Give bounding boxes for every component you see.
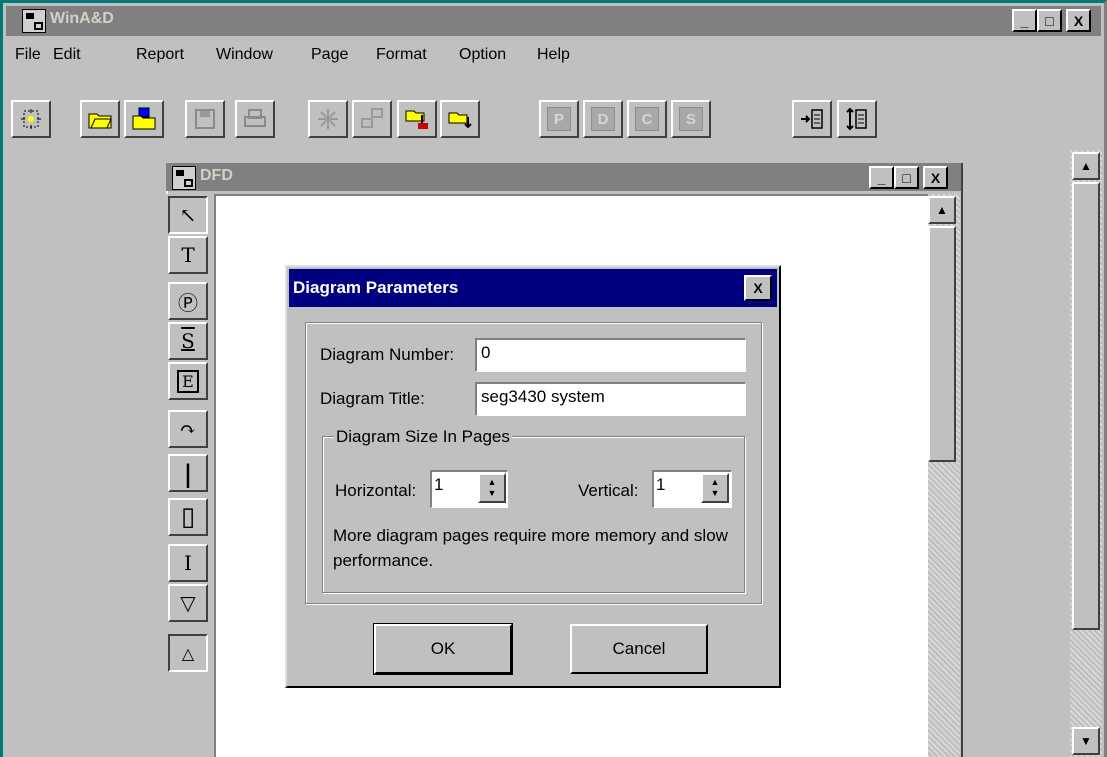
main-scroll-thumb[interactable] — [1072, 182, 1100, 630]
pointer-tool[interactable]: ↖ — [168, 196, 208, 234]
vertical-label: Vertical: — [578, 481, 639, 500]
open-folder-blue-icon — [132, 107, 156, 130]
text-tool-icon: T — [181, 243, 195, 267]
menu-edit[interactable]: Edit — [53, 46, 81, 64]
menu-window[interactable]: Window — [216, 46, 273, 64]
pointer-tool-icon: ↖ — [179, 203, 197, 227]
save-disk-icon — [195, 109, 215, 129]
app-icon[interactable] — [22, 9, 46, 33]
p-icon: P — [547, 107, 571, 131]
dfd-maximize-button[interactable]: □ — [894, 166, 919, 189]
external-entity-tool[interactable]: E — [168, 362, 208, 400]
size-group-label: Diagram Size In Pages — [334, 427, 512, 447]
folder-down-icon — [405, 110, 428, 129]
menu-report[interactable]: Report — [136, 46, 184, 64]
toolbar-p-button[interactable]: P — [539, 100, 579, 138]
page-tool-icon: ▯ — [180, 502, 196, 532]
triangle-up-icon: ▲ — [936, 203, 948, 217]
dfd-close-button[interactable]: X — [923, 166, 948, 189]
menu-file[interactable]: File — [15, 46, 41, 64]
minimize-button[interactable]: _ — [1012, 9, 1037, 32]
main-scroll-up-button[interactable]: ▲ — [1072, 152, 1100, 180]
shapes-tool-icon: △ — [181, 643, 195, 663]
maximize-button[interactable]: □ — [1037, 9, 1062, 32]
toolbar-button-9[interactable] — [440, 100, 480, 138]
ok-button[interactable]: OK — [373, 623, 513, 675]
triangle-tool[interactable]: ▽ — [168, 584, 208, 622]
diagram-title-label: Diagram Title: — [320, 389, 425, 408]
new-icon — [21, 109, 41, 129]
d-icon: D — [591, 107, 615, 131]
store-tool-icon: S — [181, 329, 195, 353]
app-title: WinA&D — [50, 10, 114, 27]
menu-option[interactable]: Option — [459, 46, 506, 64]
horizontal-label: Horizontal: — [335, 481, 417, 500]
toolbar-c-button[interactable]: C — [627, 100, 667, 138]
shapes-tool[interactable]: △ — [168, 634, 208, 672]
dfd-title-bar[interactable] — [166, 163, 961, 191]
dfd-title: DFD — [200, 167, 233, 184]
folder-arrow-icon — [448, 112, 472, 129]
s-icon: S — [679, 107, 703, 131]
ibeam-tool[interactable]: I — [168, 544, 208, 582]
toolbar-button-8[interactable] — [397, 100, 437, 138]
toolbar-s-button[interactable]: S — [671, 100, 711, 138]
dfd-scroll-up-button[interactable]: ▲ — [928, 196, 956, 224]
toolbar-d-button[interactable]: D — [583, 100, 623, 138]
store-tool[interactable]: S — [168, 322, 208, 360]
open-recent-button[interactable] — [124, 100, 164, 138]
menu-help[interactable]: Help — [537, 46, 570, 64]
triangle-tool-icon: ▽ — [180, 591, 196, 615]
process-tool-icon: Ⓟ — [178, 290, 198, 315]
open-folder-icon — [88, 113, 112, 129]
process-tool[interactable]: Ⓟ — [168, 282, 208, 320]
triangle-down-icon: ▼ — [1080, 734, 1092, 748]
toolbar-button-6[interactable] — [308, 100, 348, 138]
toolbar-button-7[interactable] — [352, 100, 392, 138]
dfd-minimize-button[interactable]: _ — [869, 166, 894, 189]
ibeam-tool-icon: I — [184, 551, 192, 575]
menu-page[interactable]: Page — [311, 46, 348, 64]
sparkle-icon — [318, 109, 338, 129]
vertical-spinner[interactable]: ▲ ▼ — [701, 473, 729, 503]
spin-down-icon: ▼ — [487, 488, 497, 498]
new-diagram-button[interactable] — [11, 100, 51, 138]
printer-icon — [244, 109, 266, 127]
c-icon: C — [635, 107, 659, 131]
hierarchy-icon — [361, 108, 383, 128]
main-title-bar[interactable] — [6, 6, 1101, 36]
line-tool[interactable]: | — [168, 454, 208, 492]
spin-down-icon: ▼ — [710, 488, 720, 498]
dataflow-tool[interactable]: ↷ — [168, 410, 208, 448]
menu-format[interactable]: Format — [376, 46, 427, 64]
spin-up-icon: ▲ — [487, 477, 497, 487]
insert-vertical-icon — [846, 107, 867, 131]
line-tool-icon: | — [183, 458, 193, 488]
dataflow-tool-icon: ↷ — [179, 417, 197, 441]
diagram-title-field[interactable]: seg3430 system — [475, 382, 746, 416]
dialog-title: Diagram Parameters — [293, 278, 459, 297]
dialog-close-button[interactable]: X — [744, 275, 772, 301]
performance-note: More diagram pages require more memory a… — [333, 526, 728, 570]
save-button[interactable] — [185, 100, 225, 138]
diagram-number-field[interactable]: 0 — [475, 338, 746, 372]
insert-right-icon — [801, 109, 823, 129]
external-entity-tool-icon: E — [177, 369, 199, 393]
diagram-number-label: Diagram Number: — [320, 345, 455, 364]
toolbar-button-14[interactable] — [792, 100, 832, 138]
page-tool[interactable]: ▯ — [168, 498, 208, 536]
toolbar-button-15[interactable] — [837, 100, 877, 138]
horizontal-spinner[interactable]: ▲ ▼ — [478, 473, 506, 503]
close-button[interactable]: X — [1066, 9, 1091, 32]
dfd-window-icon[interactable] — [172, 166, 196, 190]
triangle-up-icon: ▲ — [1080, 159, 1092, 173]
main-scroll-down-button[interactable]: ▼ — [1072, 727, 1100, 755]
open-button[interactable] — [80, 100, 120, 138]
cancel-button[interactable]: Cancel — [570, 624, 708, 674]
dfd-scroll-thumb[interactable] — [928, 226, 956, 462]
text-tool[interactable]: T — [168, 236, 208, 274]
print-button[interactable] — [235, 100, 275, 138]
spin-up-icon: ▲ — [710, 477, 720, 487]
